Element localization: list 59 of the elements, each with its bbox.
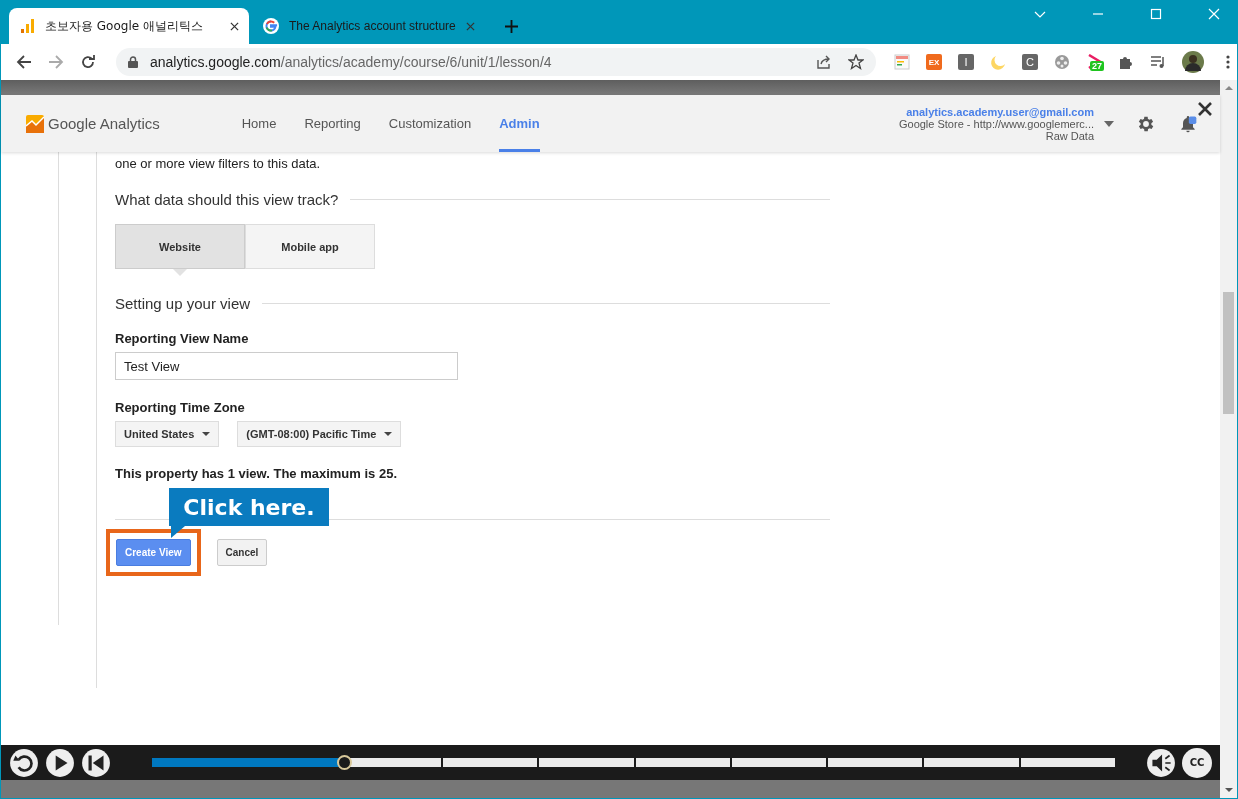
- star-icon[interactable]: [848, 54, 864, 70]
- caret-icon[interactable]: [1104, 120, 1114, 127]
- progress-track[interactable]: [152, 758, 1115, 767]
- nav-tab[interactable]: Reporting: [304, 95, 361, 152]
- play-icon[interactable]: [45, 747, 75, 778]
- lock-icon: [128, 56, 138, 68]
- account-email: analytics.academy.user@gmail.com: [906, 105, 1094, 118]
- view-count-note: This property has 1 view. The maximum is 25.: [115, 466, 397, 481]
- new-tab-icon[interactable]: [505, 20, 518, 33]
- maximize-icon[interactable]: [1150, 8, 1162, 20]
- volume-icon[interactable]: [1146, 747, 1176, 778]
- address-bar[interactable]: analytics.google.com/analytics/academy/course/6/unit/1/lesson/4: [116, 48, 876, 76]
- country-dropdown[interactable]: United States: [115, 421, 220, 447]
- back-icon[interactable]: [16, 54, 32, 70]
- nav-tab[interactable]: Customization: [388, 95, 472, 152]
- scrollbar[interactable]: [1220, 80, 1237, 798]
- close-icon[interactable]: [1197, 101, 1213, 117]
- pointer-icon: [173, 269, 187, 276]
- callout-tooltip: Click here.: [169, 488, 329, 526]
- field-label: Reporting View Name: [115, 331, 249, 346]
- close-icon[interactable]: [230, 21, 239, 31]
- extension-icon[interactable]: I: [958, 54, 974, 70]
- extension-icon[interactable]: C: [1022, 54, 1038, 70]
- scrollbar-thumb[interactable]: [1223, 292, 1234, 414]
- view-name-field[interactable]: Test View: [115, 352, 458, 380]
- callout-tail-icon: [171, 526, 185, 538]
- browser-tab[interactable]: The Analytics account structure: [253, 8, 485, 44]
- view-name: Raw Data: [1045, 129, 1094, 142]
- option-button[interactable]: Mobile app: [245, 224, 375, 269]
- avatar-icon[interactable]: [1182, 51, 1204, 73]
- google-icon: [263, 18, 279, 34]
- section-heading: Setting up your view: [115, 295, 251, 312]
- time-zone-dropdown[interactable]: (GMT-08:00) Pacific Time: [237, 421, 402, 447]
- cancel-button[interactable]: Cancel: [216, 539, 268, 566]
- captions-button[interactable]: CC: [1182, 747, 1212, 778]
- skip-back-icon[interactable]: [81, 747, 111, 778]
- description-text: one or more view filters to this data.: [115, 156, 321, 171]
- scroll-up-icon[interactable]: [1224, 86, 1233, 90]
- browser-tab[interactable]: 초보자용 Google 애널리틱스: [9, 8, 249, 44]
- film-reel-icon[interactable]: [1054, 54, 1070, 70]
- bar-chart-icon: [19, 18, 35, 34]
- line-chart-logo-icon: [26, 114, 44, 133]
- section-heading: What data should this view track?: [115, 191, 339, 208]
- field-label: Reporting Time Zone: [115, 400, 245, 415]
- scrubber-handle[interactable]: [336, 755, 352, 770]
- share-icon[interactable]: [816, 54, 832, 70]
- caret-icon: [202, 432, 211, 436]
- option-button[interactable]: Website: [115, 224, 245, 269]
- bell-icon[interactable]: [1178, 113, 1198, 134]
- puzzle-icon[interactable]: [1118, 54, 1134, 70]
- url-text: analytics.google.com/analytics/academy/course/6/unit/1/lesson/4: [150, 54, 552, 70]
- caret-icon: [384, 432, 393, 436]
- property-name: Google Store - http://www.googlemerc...: [898, 117, 1094, 130]
- product-name: Google Analytics: [48, 115, 160, 132]
- reload-icon[interactable]: [80, 54, 96, 70]
- nav-tab[interactable]: Home: [241, 95, 277, 152]
- media-queue-icon[interactable]: [1150, 54, 1166, 70]
- replay-icon[interactable]: [9, 747, 39, 778]
- scroll-down-icon[interactable]: [1224, 788, 1233, 792]
